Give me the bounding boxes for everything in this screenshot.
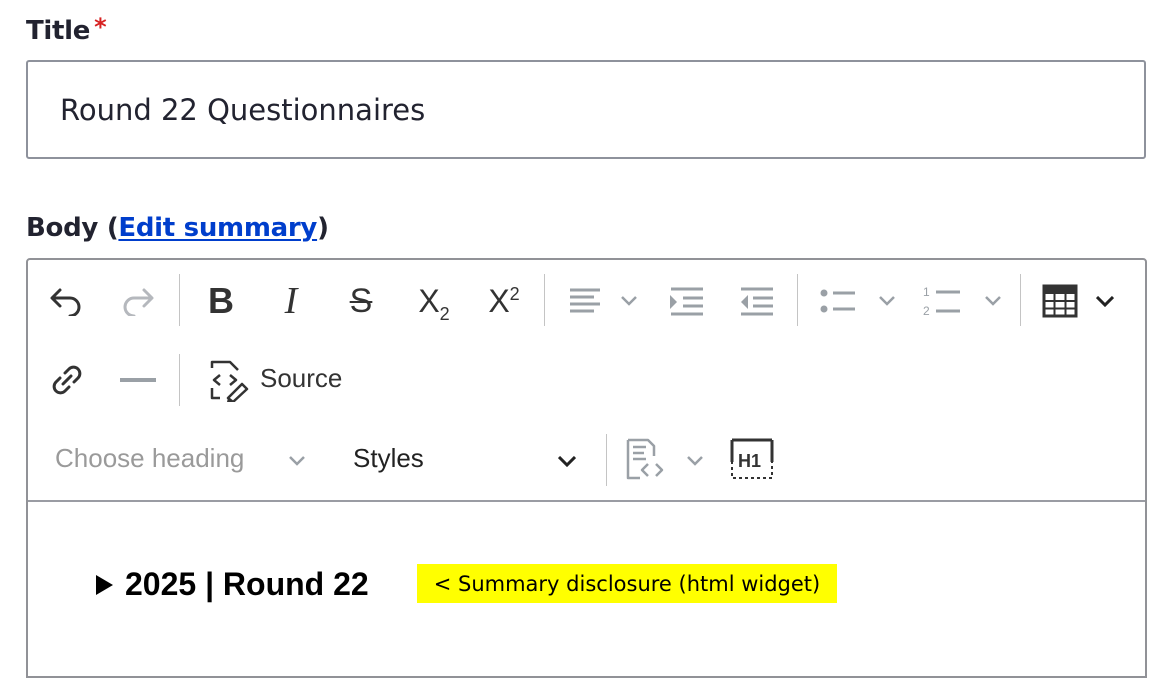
outdent-icon[interactable] <box>734 280 778 322</box>
chevron-down-icon[interactable] <box>616 280 642 322</box>
toolbar-separator <box>544 274 545 326</box>
bulleted-list-icon[interactable] <box>816 280 860 322</box>
horizontal-line-icon[interactable] <box>116 359 160 401</box>
link-icon[interactable] <box>46 359 88 401</box>
svg-text:1: 1 <box>923 285 930 299</box>
heading-dropdown[interactable]: Choose heading <box>55 443 244 474</box>
editor-content[interactable]: 2025 | Round 22 < Summary disclosure (ht… <box>28 502 1145 676</box>
svg-text:H1: H1 <box>738 451 761 471</box>
toolbar-separator <box>797 274 798 326</box>
redo-icon[interactable] <box>116 280 160 322</box>
styles-dropdown[interactable]: Styles <box>353 443 424 474</box>
disclosure-triangle-icon[interactable] <box>96 574 113 595</box>
toolbar-separator <box>179 354 180 406</box>
rich-text-editor: B I S X2 X2 1 2 Source Choose heading St… <box>26 258 1147 678</box>
source-icon[interactable] <box>204 356 252 404</box>
chevron-down-icon[interactable] <box>1092 280 1118 322</box>
code-block-icon[interactable] <box>622 436 668 482</box>
chevron-down-icon[interactable] <box>284 440 310 482</box>
summary-disclosure[interactable]: 2025 | Round 22 <box>96 566 369 603</box>
chevron-down-icon[interactable] <box>980 280 1006 322</box>
chevron-down-icon[interactable] <box>874 280 900 322</box>
svg-text:2: 2 <box>923 304 930 318</box>
body-label: Body (Edit summary) <box>26 213 329 243</box>
toolbar-separator <box>1020 274 1021 326</box>
toolbar-separator <box>606 434 607 486</box>
numbered-list-icon[interactable]: 12 <box>920 280 964 322</box>
heading-h1-icon[interactable]: H1 <box>728 436 776 482</box>
body-label-text: Body <box>26 213 99 243</box>
subscript-icon[interactable]: X2 <box>410 280 458 324</box>
strikethrough-icon[interactable]: S <box>340 280 382 322</box>
required-marker: * <box>94 13 107 41</box>
annotation-highlight: < Summary disclosure (html widget) <box>417 564 837 603</box>
editor-toolbar: B I S X2 X2 1 2 Source Choose heading St… <box>28 260 1145 502</box>
title-input[interactable] <box>26 60 1146 159</box>
superscript-icon[interactable]: X2 <box>480 280 528 322</box>
indent-icon[interactable] <box>664 280 708 322</box>
undo-icon[interactable] <box>44 280 88 322</box>
chevron-down-icon[interactable] <box>554 440 580 482</box>
chevron-down-icon[interactable] <box>682 440 708 482</box>
source-button-label[interactable]: Source <box>260 363 342 394</box>
align-left-icon[interactable] <box>564 280 606 322</box>
bold-icon[interactable]: B <box>200 280 242 322</box>
table-icon[interactable] <box>1038 280 1082 322</box>
edit-summary-link[interactable]: Edit summary <box>118 213 317 243</box>
toolbar-separator <box>179 274 180 326</box>
paren-open: ( <box>106 213 119 243</box>
paren-close: ) <box>317 213 329 243</box>
title-label-text: Title <box>26 16 91 46</box>
title-label: Title * <box>26 13 107 46</box>
italic-icon[interactable]: I <box>270 280 312 322</box>
summary-text: 2025 | Round 22 <box>125 566 369 602</box>
